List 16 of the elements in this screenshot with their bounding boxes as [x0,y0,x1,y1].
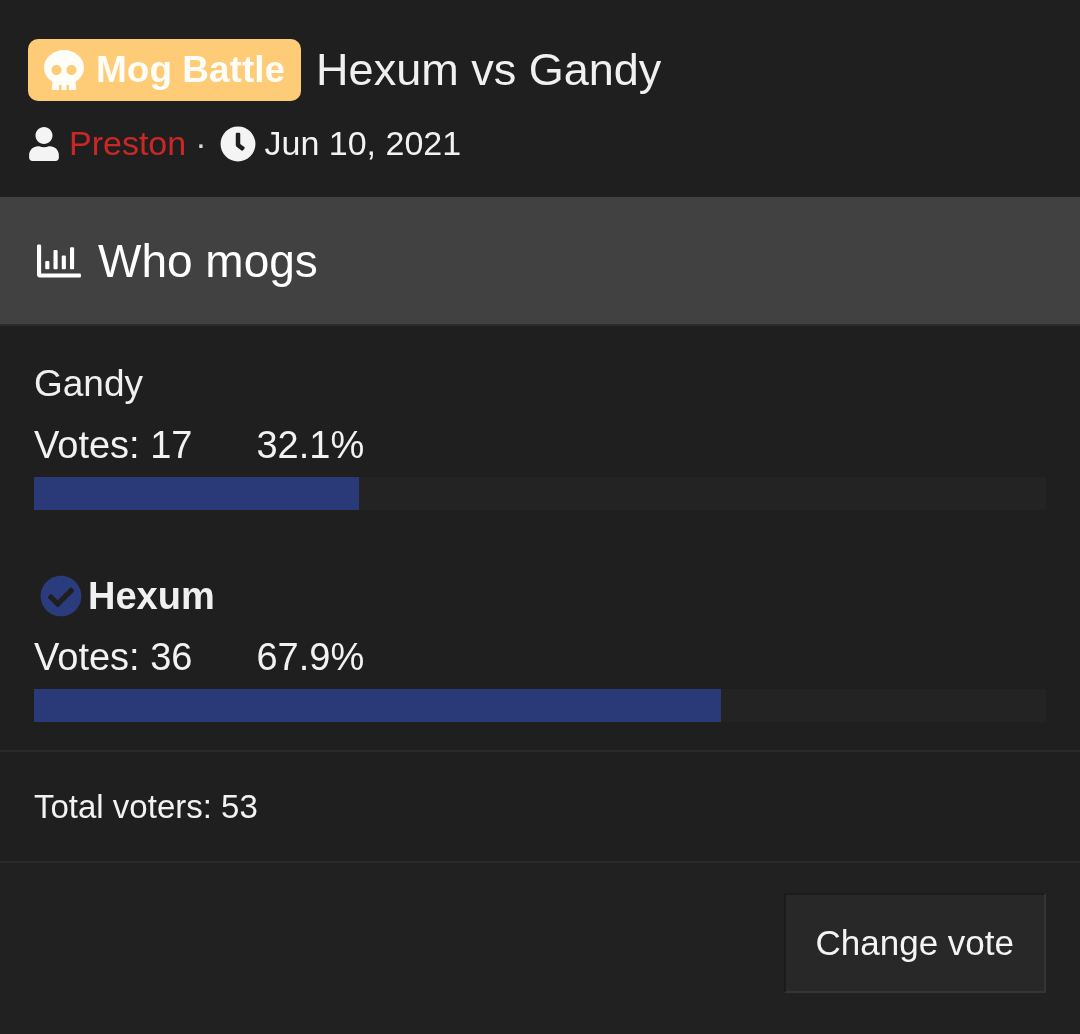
prefix-label: Mog Battle [96,49,286,91]
option-label: Hexum [88,574,215,618]
total-voters: Total voters: 53 [34,787,258,826]
vote-percent: 32.1% [256,423,365,467]
separator: · [195,124,207,163]
user-icon [28,126,60,161]
clock-icon [219,125,256,162]
poll-title: Who mogs [98,233,318,288]
vote-percent: 67.9% [256,635,365,679]
change-vote-button[interactable]: Change vote [783,893,1046,993]
vote-count: Votes: 36 [34,635,193,679]
option-label: Gandy [34,363,143,405]
thread-title: Hexum vs Gandy [316,44,662,96]
vote-count: Votes: 17 [34,423,193,467]
post-date: Jun 10, 2021 [264,124,462,163]
skull-icon [44,50,84,90]
